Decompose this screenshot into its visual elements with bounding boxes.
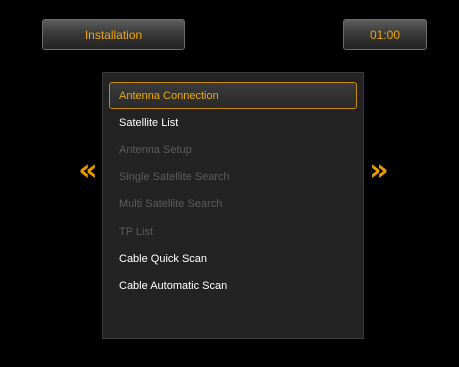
menu-item-tp-list: TP List xyxy=(119,225,154,238)
menu-item-single-satellite-search: Single Satellite Search xyxy=(119,171,230,184)
menu-item-antenna-connection[interactable]: Antenna Connection xyxy=(109,82,357,110)
double-chevron-right-icon[interactable]: » xyxy=(367,154,391,188)
menu-list: Antenna Connection Satellite List Antenn… xyxy=(109,82,357,300)
menu-item-cable-quick-scan[interactable]: Cable Quick Scan xyxy=(109,245,357,272)
menu-item-satellite-list[interactable]: Satellite List xyxy=(109,109,357,136)
menu-item-multi-satellite-search: Multi Satellite Search xyxy=(119,198,223,211)
page-title: Installation xyxy=(42,19,185,50)
menu-item-cable-automatic-scan[interactable]: Cable Automatic Scan xyxy=(109,272,357,299)
menu-item-antenna-setup: Antenna Setup xyxy=(119,143,192,156)
page-title-label: Installation xyxy=(84,27,143,42)
double-chevron-left-icon[interactable]: « xyxy=(76,154,100,188)
installation-menu: Antenna Connection Satellite List Antenn… xyxy=(102,72,364,339)
installation-screen: Installation 01:00 « » Antenna Connectio… xyxy=(0,0,459,367)
clock-time: 01:00 xyxy=(369,27,401,42)
clock: 01:00 xyxy=(343,19,427,50)
